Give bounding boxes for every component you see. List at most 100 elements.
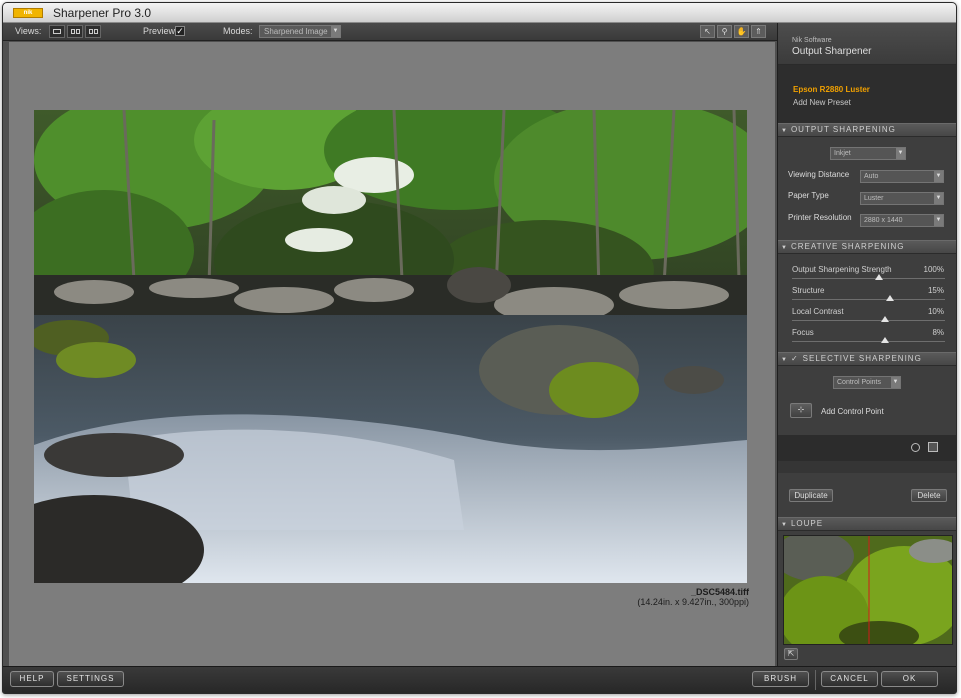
view-single-button[interactable] bbox=[49, 25, 65, 38]
hand-tool-icon[interactable]: ✋ bbox=[734, 25, 749, 38]
preset-item-active[interactable]: Epson R2880 Luster bbox=[793, 85, 870, 94]
slider-thumb[interactable] bbox=[881, 316, 890, 322]
slider-track[interactable] bbox=[792, 337, 945, 343]
nik-logo: nik bbox=[13, 8, 43, 18]
views-label: Views: bbox=[15, 26, 42, 36]
preview-photo bbox=[34, 110, 747, 583]
preset-list: Epson R2880 Luster Add New Preset bbox=[778, 65, 956, 123]
printer-resolution-dropdown[interactable]: 2880 x 1440 ▼ bbox=[860, 214, 944, 227]
paper-type-label: Paper Type bbox=[788, 191, 829, 200]
viewing-distance-value: Auto bbox=[864, 173, 879, 180]
preview-checkbox[interactable]: ✓ bbox=[175, 26, 185, 36]
slider-value: 15% bbox=[927, 286, 944, 295]
app-window: nik Sharpener Pro 3.0 Views: Preview: ✓ … bbox=[2, 2, 957, 694]
add-control-point-button[interactable]: ⊹ bbox=[790, 403, 812, 418]
printer-resolution-value: 2880 x 1440 bbox=[864, 217, 903, 224]
collapse-triangle-icon: ▼ bbox=[781, 128, 788, 134]
slider-value: 100% bbox=[923, 265, 944, 274]
select-all-icon[interactable] bbox=[928, 442, 938, 452]
split-view-icon bbox=[76, 29, 80, 34]
forest-stream-photo bbox=[34, 110, 747, 583]
pointer-tool-icon[interactable]: ↖ bbox=[700, 25, 715, 38]
brush-button[interactable]: BRUSH bbox=[752, 671, 809, 687]
slider-track[interactable] bbox=[792, 295, 945, 301]
slider-track[interactable] bbox=[792, 316, 945, 322]
brand-label: Nik Software bbox=[792, 37, 832, 44]
show-hide-icon[interactable] bbox=[911, 443, 920, 452]
modes-label: Modes: bbox=[223, 26, 253, 36]
chevron-down-icon: ▼ bbox=[896, 148, 905, 159]
file-name: _DSC5484.tiff bbox=[690, 587, 749, 597]
slider-value: 8% bbox=[932, 328, 944, 337]
selective-sharpening-title: SELECTIVE SHARPENING bbox=[802, 354, 922, 363]
panel-header: Nik Software Output Sharpener bbox=[778, 23, 956, 65]
file-dimensions: (14.24in. x 9.427in., 300ppi) bbox=[637, 597, 749, 607]
file-info: _DSC5484.tiff (14.24in. x 9.427in., 300p… bbox=[637, 587, 749, 607]
slider-thumb[interactable] bbox=[875, 274, 884, 280]
duplicate-button[interactable]: Duplicate bbox=[789, 489, 833, 502]
pin-tool-icon[interactable]: ⇑ bbox=[751, 25, 766, 38]
collapse-triangle-icon: ▼ bbox=[781, 357, 788, 363]
side-by-side-icon bbox=[94, 29, 98, 34]
slider-thumb[interactable] bbox=[885, 295, 894, 301]
creative-sharpening-header[interactable]: ▼ CREATIVE SHARPENING bbox=[778, 240, 956, 254]
loupe-pin-button[interactable]: ⇱ bbox=[784, 648, 798, 660]
collapse-triangle-icon: ▼ bbox=[781, 245, 788, 251]
slider-value: 10% bbox=[927, 307, 944, 316]
selective-mode-value: Control Points bbox=[837, 379, 881, 386]
selective-mode-dropdown[interactable]: Control Points ▼ bbox=[833, 376, 901, 389]
chevron-down-icon: ▼ bbox=[331, 26, 340, 37]
view-split-button[interactable] bbox=[67, 25, 83, 38]
window-title: Sharpener Pro 3.0 bbox=[53, 6, 152, 20]
view-side-by-side-button[interactable] bbox=[85, 25, 101, 38]
loupe-preview[interactable] bbox=[783, 535, 953, 645]
output-type-dropdown[interactable]: Inkjet ▼ bbox=[830, 147, 906, 160]
paper-type-value: Luster bbox=[864, 195, 884, 202]
delete-button[interactable]: Delete bbox=[911, 489, 947, 502]
side-by-side-icon bbox=[89, 29, 93, 34]
chevron-down-icon: ▼ bbox=[891, 377, 900, 388]
modes-value: Sharpened Image bbox=[264, 27, 328, 36]
paper-type-dropdown[interactable]: Luster ▼ bbox=[860, 192, 944, 205]
split-view-icon bbox=[71, 29, 75, 34]
modes-dropdown[interactable]: Sharpened Image ▼ bbox=[259, 25, 341, 38]
slider-track[interactable] bbox=[792, 274, 945, 280]
divider bbox=[815, 670, 816, 690]
pin-icon: ⇱ bbox=[787, 649, 795, 658]
output-sharpening-header[interactable]: ▼ OUTPUT SHARPENING bbox=[778, 123, 956, 137]
filter-name: Output Sharpener bbox=[792, 46, 872, 57]
single-view-icon bbox=[53, 29, 61, 34]
control-point-scroll bbox=[778, 461, 956, 473]
bottom-bar: HELP SETTINGS BRUSH CANCEL OK bbox=[3, 666, 956, 693]
collapse-triangle-icon: ▼ bbox=[781, 522, 788, 528]
settings-button[interactable]: SETTINGS bbox=[57, 671, 124, 687]
add-preset-link[interactable]: Add New Preset bbox=[793, 98, 851, 107]
control-point-list bbox=[778, 435, 956, 461]
chevron-down-icon: ▼ bbox=[934, 215, 943, 226]
chevron-down-icon: ▼ bbox=[934, 193, 943, 204]
output-type-value: Inkjet bbox=[834, 150, 851, 157]
zoom-tool-icon[interactable]: ⚲ bbox=[717, 25, 732, 38]
chevron-down-icon: ▼ bbox=[934, 171, 943, 182]
ok-button[interactable]: OK bbox=[881, 671, 938, 687]
cancel-button[interactable]: CANCEL bbox=[821, 671, 878, 687]
slider-label: Local Contrast bbox=[792, 307, 844, 316]
control-point-icon: ⊹ bbox=[797, 405, 805, 414]
title-bar: nik Sharpener Pro 3.0 bbox=[3, 3, 956, 23]
output-sharpening-title: OUTPUT SHARPENING bbox=[790, 125, 896, 134]
printer-resolution-label: Printer Resolution bbox=[788, 213, 852, 222]
help-button[interactable]: HELP bbox=[10, 671, 54, 687]
preview-label: Preview: bbox=[143, 26, 178, 36]
viewing-distance-label: Viewing Distance bbox=[788, 170, 850, 179]
loupe-title: LOUPE bbox=[790, 519, 824, 528]
image-canvas[interactable]: _DSC5484.tiff (14.24in. x 9.427in., 300p… bbox=[9, 42, 775, 666]
loupe-header[interactable]: ▼ LOUPE bbox=[778, 517, 956, 531]
creative-sharpening-title: CREATIVE SHARPENING bbox=[790, 242, 905, 251]
slider-label: Focus bbox=[792, 328, 814, 337]
selective-sharpening-header[interactable]: ▼ ✓ SELECTIVE SHARPENING bbox=[778, 352, 956, 366]
slider-label: Structure bbox=[792, 286, 825, 295]
slider-label: Output Sharpening Strength bbox=[792, 265, 892, 274]
viewing-distance-dropdown[interactable]: Auto ▼ bbox=[860, 170, 944, 183]
slider-thumb[interactable] bbox=[881, 337, 890, 343]
selective-sharpening-checkbox[interactable]: ✓ bbox=[791, 354, 799, 363]
